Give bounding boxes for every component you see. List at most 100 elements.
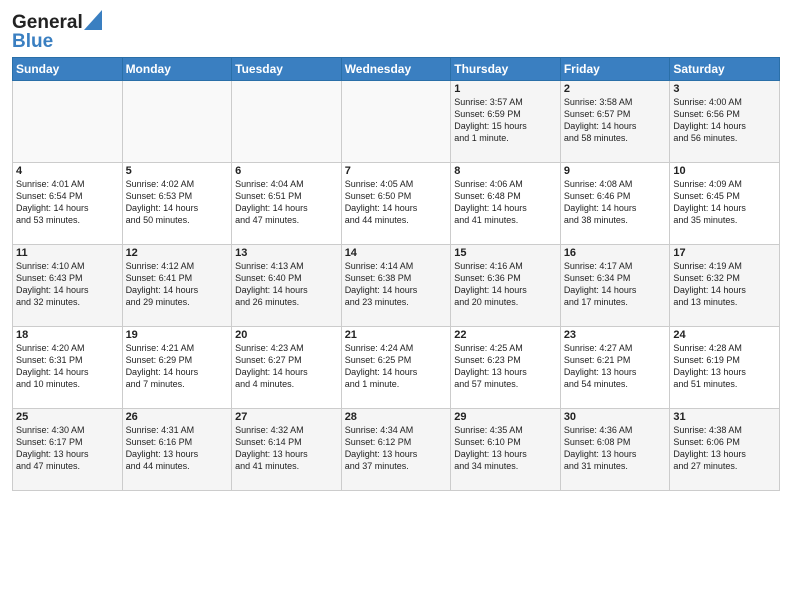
calendar-header-sunday: Sunday: [13, 58, 123, 81]
day-number: 25: [16, 411, 119, 423]
day-number: 29: [454, 411, 557, 423]
calendar-cell: [341, 81, 451, 163]
calendar-page: General Blue SundayMondayTuesdayWednesda…: [0, 0, 792, 612]
day-number: 2: [564, 83, 667, 95]
day-number: 15: [454, 247, 557, 259]
day-number: 7: [345, 165, 448, 177]
day-number: 13: [235, 247, 338, 259]
day-info: Sunrise: 4:04 AM Sunset: 6:51 PM Dayligh…: [235, 178, 338, 227]
day-number: 4: [16, 165, 119, 177]
day-info: Sunrise: 4:19 AM Sunset: 6:32 PM Dayligh…: [673, 260, 776, 309]
day-info: Sunrise: 4:05 AM Sunset: 6:50 PM Dayligh…: [345, 178, 448, 227]
calendar-cell: 13Sunrise: 4:13 AM Sunset: 6:40 PM Dayli…: [232, 245, 342, 327]
calendar-week-row: 4Sunrise: 4:01 AM Sunset: 6:54 PM Daylig…: [13, 163, 780, 245]
day-number: 30: [564, 411, 667, 423]
day-number: 12: [126, 247, 229, 259]
day-info: Sunrise: 4:32 AM Sunset: 6:14 PM Dayligh…: [235, 424, 338, 473]
calendar-cell: 10Sunrise: 4:09 AM Sunset: 6:45 PM Dayli…: [670, 163, 780, 245]
day-number: 20: [235, 329, 338, 341]
calendar-cell: 23Sunrise: 4:27 AM Sunset: 6:21 PM Dayli…: [560, 327, 670, 409]
day-number: 31: [673, 411, 776, 423]
day-info: Sunrise: 4:14 AM Sunset: 6:38 PM Dayligh…: [345, 260, 448, 309]
calendar-cell: 17Sunrise: 4:19 AM Sunset: 6:32 PM Dayli…: [670, 245, 780, 327]
day-info: Sunrise: 4:30 AM Sunset: 6:17 PM Dayligh…: [16, 424, 119, 473]
day-info: Sunrise: 4:38 AM Sunset: 6:06 PM Dayligh…: [673, 424, 776, 473]
calendar-header-friday: Friday: [560, 58, 670, 81]
day-info: Sunrise: 4:06 AM Sunset: 6:48 PM Dayligh…: [454, 178, 557, 227]
day-number: 18: [16, 329, 119, 341]
day-number: 1: [454, 83, 557, 95]
day-info: Sunrise: 3:58 AM Sunset: 6:57 PM Dayligh…: [564, 96, 667, 145]
day-info: Sunrise: 4:31 AM Sunset: 6:16 PM Dayligh…: [126, 424, 229, 473]
calendar-header-tuesday: Tuesday: [232, 58, 342, 81]
calendar-cell: 11Sunrise: 4:10 AM Sunset: 6:43 PM Dayli…: [13, 245, 123, 327]
calendar-cell: 15Sunrise: 4:16 AM Sunset: 6:36 PM Dayli…: [451, 245, 561, 327]
calendar-week-row: 18Sunrise: 4:20 AM Sunset: 6:31 PM Dayli…: [13, 327, 780, 409]
day-info: Sunrise: 4:08 AM Sunset: 6:46 PM Dayligh…: [564, 178, 667, 227]
calendar-cell: 25Sunrise: 4:30 AM Sunset: 6:17 PM Dayli…: [13, 409, 123, 491]
day-number: 16: [564, 247, 667, 259]
day-number: 19: [126, 329, 229, 341]
calendar-cell: [13, 81, 123, 163]
calendar-week-row: 25Sunrise: 4:30 AM Sunset: 6:17 PM Dayli…: [13, 409, 780, 491]
day-number: 11: [16, 247, 119, 259]
calendar-week-row: 11Sunrise: 4:10 AM Sunset: 6:43 PM Dayli…: [13, 245, 780, 327]
calendar-header-saturday: Saturday: [670, 58, 780, 81]
day-info: Sunrise: 4:01 AM Sunset: 6:54 PM Dayligh…: [16, 178, 119, 227]
day-info: Sunrise: 4:20 AM Sunset: 6:31 PM Dayligh…: [16, 342, 119, 391]
calendar-cell: 26Sunrise: 4:31 AM Sunset: 6:16 PM Dayli…: [122, 409, 232, 491]
calendar-cell: 21Sunrise: 4:24 AM Sunset: 6:25 PM Dayli…: [341, 327, 451, 409]
calendar-cell: 19Sunrise: 4:21 AM Sunset: 6:29 PM Dayli…: [122, 327, 232, 409]
calendar-week-row: 1Sunrise: 3:57 AM Sunset: 6:59 PM Daylig…: [13, 81, 780, 163]
day-info: Sunrise: 4:25 AM Sunset: 6:23 PM Dayligh…: [454, 342, 557, 391]
logo: General Blue: [12, 10, 102, 51]
calendar-cell: 12Sunrise: 4:12 AM Sunset: 6:41 PM Dayli…: [122, 245, 232, 327]
day-info: Sunrise: 4:17 AM Sunset: 6:34 PM Dayligh…: [564, 260, 667, 309]
calendar-cell: 18Sunrise: 4:20 AM Sunset: 6:31 PM Dayli…: [13, 327, 123, 409]
day-info: Sunrise: 4:10 AM Sunset: 6:43 PM Dayligh…: [16, 260, 119, 309]
calendar-header-row: SundayMondayTuesdayWednesdayThursdayFrid…: [13, 58, 780, 81]
day-number: 17: [673, 247, 776, 259]
logo-general: General: [12, 13, 83, 32]
calendar-cell: 4Sunrise: 4:01 AM Sunset: 6:54 PM Daylig…: [13, 163, 123, 245]
calendar-cell: 22Sunrise: 4:25 AM Sunset: 6:23 PM Dayli…: [451, 327, 561, 409]
calendar-cell: 24Sunrise: 4:28 AM Sunset: 6:19 PM Dayli…: [670, 327, 780, 409]
day-number: 27: [235, 411, 338, 423]
day-number: 3: [673, 83, 776, 95]
day-number: 28: [345, 411, 448, 423]
day-number: 21: [345, 329, 448, 341]
day-info: Sunrise: 4:36 AM Sunset: 6:08 PM Dayligh…: [564, 424, 667, 473]
calendar-cell: 2Sunrise: 3:58 AM Sunset: 6:57 PM Daylig…: [560, 81, 670, 163]
day-number: 8: [454, 165, 557, 177]
calendar-cell: 30Sunrise: 4:36 AM Sunset: 6:08 PM Dayli…: [560, 409, 670, 491]
page-header: General Blue: [12, 10, 780, 51]
day-info: Sunrise: 4:00 AM Sunset: 6:56 PM Dayligh…: [673, 96, 776, 145]
day-info: Sunrise: 4:12 AM Sunset: 6:41 PM Dayligh…: [126, 260, 229, 309]
day-number: 6: [235, 165, 338, 177]
day-info: Sunrise: 4:34 AM Sunset: 6:12 PM Dayligh…: [345, 424, 448, 473]
day-info: Sunrise: 4:02 AM Sunset: 6:53 PM Dayligh…: [126, 178, 229, 227]
calendar-cell: 16Sunrise: 4:17 AM Sunset: 6:34 PM Dayli…: [560, 245, 670, 327]
day-info: Sunrise: 4:35 AM Sunset: 6:10 PM Dayligh…: [454, 424, 557, 473]
logo-blue: Blue: [12, 32, 102, 51]
day-number: 9: [564, 165, 667, 177]
calendar-cell: 5Sunrise: 4:02 AM Sunset: 6:53 PM Daylig…: [122, 163, 232, 245]
calendar-cell: 27Sunrise: 4:32 AM Sunset: 6:14 PM Dayli…: [232, 409, 342, 491]
calendar-cell: 7Sunrise: 4:05 AM Sunset: 6:50 PM Daylig…: [341, 163, 451, 245]
day-info: Sunrise: 3:57 AM Sunset: 6:59 PM Dayligh…: [454, 96, 557, 145]
day-number: 23: [564, 329, 667, 341]
day-info: Sunrise: 4:27 AM Sunset: 6:21 PM Dayligh…: [564, 342, 667, 391]
calendar-cell: 3Sunrise: 4:00 AM Sunset: 6:56 PM Daylig…: [670, 81, 780, 163]
calendar-cell: 1Sunrise: 3:57 AM Sunset: 6:59 PM Daylig…: [451, 81, 561, 163]
calendar-cell: 14Sunrise: 4:14 AM Sunset: 6:38 PM Dayli…: [341, 245, 451, 327]
calendar-header-thursday: Thursday: [451, 58, 561, 81]
day-info: Sunrise: 4:23 AM Sunset: 6:27 PM Dayligh…: [235, 342, 338, 391]
calendar-cell: 29Sunrise: 4:35 AM Sunset: 6:10 PM Dayli…: [451, 409, 561, 491]
calendar-cell: 9Sunrise: 4:08 AM Sunset: 6:46 PM Daylig…: [560, 163, 670, 245]
day-info: Sunrise: 4:21 AM Sunset: 6:29 PM Dayligh…: [126, 342, 229, 391]
logo-arrow-icon: [84, 10, 102, 30]
day-number: 22: [454, 329, 557, 341]
calendar-cell: 6Sunrise: 4:04 AM Sunset: 6:51 PM Daylig…: [232, 163, 342, 245]
calendar-header-wednesday: Wednesday: [341, 58, 451, 81]
calendar-cell: 8Sunrise: 4:06 AM Sunset: 6:48 PM Daylig…: [451, 163, 561, 245]
